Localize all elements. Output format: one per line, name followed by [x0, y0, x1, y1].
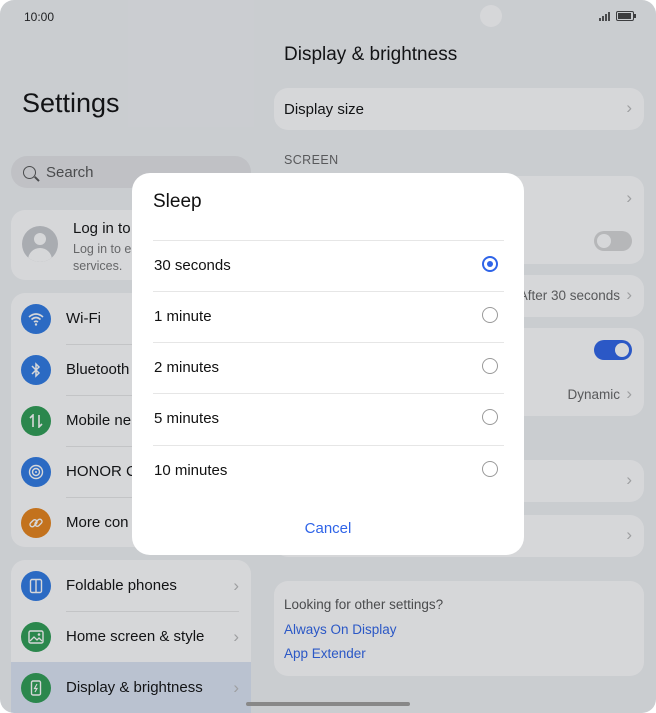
divider — [153, 393, 504, 394]
divider — [153, 240, 504, 241]
divider — [153, 445, 504, 446]
sleep-option-5-minutes[interactable]: 5 minutes — [153, 393, 504, 444]
option-label: 5 minutes — [154, 410, 220, 427]
device-screen: 10:00 Settings Search Log in to Log in t… — [0, 0, 656, 713]
option-label: 1 minute — [154, 308, 212, 325]
radio-selected-icon[interactable] — [482, 256, 498, 272]
cancel-button[interactable]: Cancel — [132, 520, 524, 537]
option-label: 2 minutes — [154, 359, 220, 376]
divider — [153, 342, 504, 343]
sleep-option-30-seconds[interactable]: 30 seconds — [153, 240, 504, 291]
dialog-title: Sleep — [153, 191, 202, 212]
radio-icon[interactable] — [482, 307, 498, 323]
sleep-option-1-minute[interactable]: 1 minute — [153, 291, 504, 342]
sleep-dialog: Sleep 30 seconds 1 minute 2 minutes 5 mi… — [132, 173, 524, 555]
radio-icon[interactable] — [482, 461, 498, 477]
radio-icon[interactable] — [482, 358, 498, 374]
option-label: 10 minutes — [154, 462, 228, 479]
radio-icon[interactable] — [482, 409, 498, 425]
option-label: 30 seconds — [154, 257, 231, 274]
sleep-option-2-minutes[interactable]: 2 minutes — [153, 342, 504, 393]
sleep-option-10-minutes[interactable]: 10 minutes — [153, 445, 504, 496]
divider — [153, 291, 504, 292]
home-indicator[interactable] — [246, 702, 410, 706]
